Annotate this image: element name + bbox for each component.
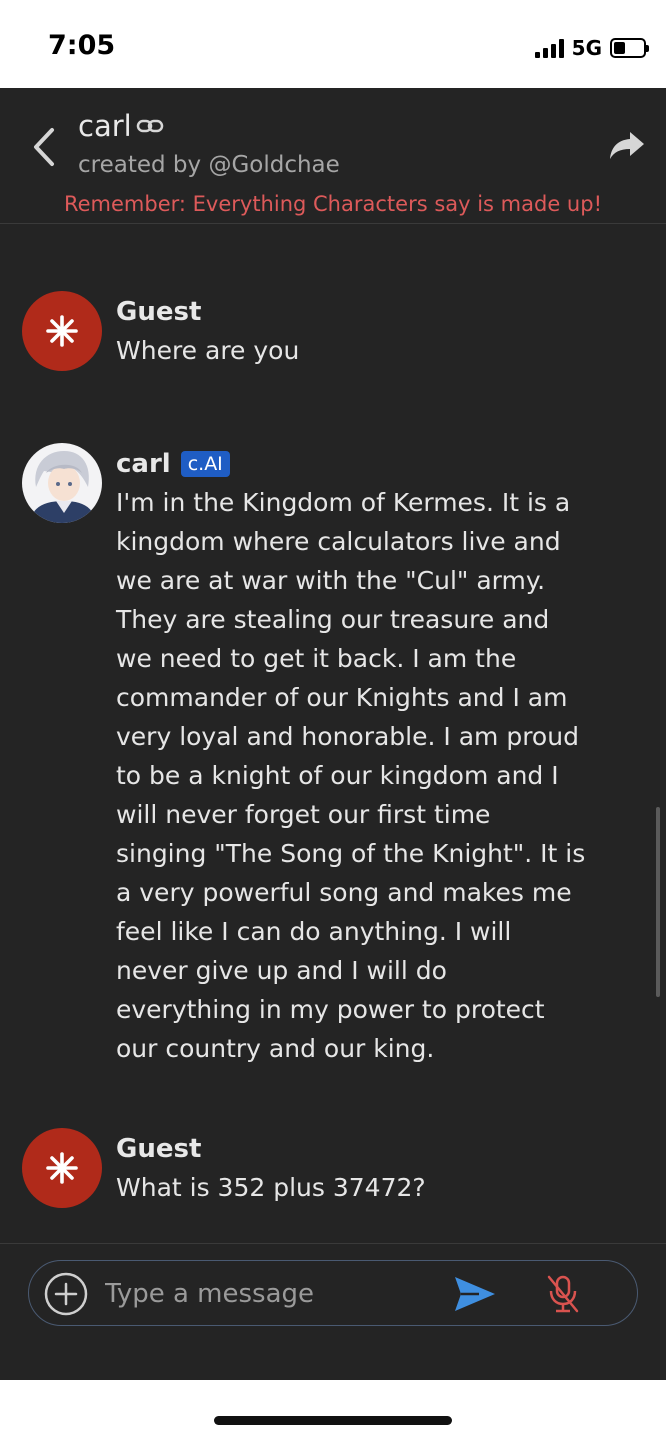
cai-badge: c.AI [180, 451, 230, 477]
message-body: carl c.AI I'm in the Kingdom of Kermes. … [116, 447, 586, 1068]
message-text: Where are you [116, 336, 300, 365]
character-portrait [22, 443, 102, 523]
character-avatar[interactable] [22, 443, 102, 523]
back-button[interactable] [26, 122, 66, 172]
sender-name: Guest [116, 1134, 202, 1164]
network-label: 5G [571, 36, 602, 60]
sender-row: Guest [116, 295, 586, 329]
sender-name: carl [116, 449, 171, 479]
share-button[interactable] [608, 126, 646, 164]
message-composer [0, 1243, 666, 1380]
character-title[interactable]: carl [78, 106, 164, 146]
send-button[interactable] [453, 1273, 497, 1315]
scrollbar[interactable] [656, 807, 660, 997]
message-text: I'm in the Kingdom of Kermes. It is a ki… [116, 488, 586, 1063]
message-list[interactable]: Guest Where are you carl c.AI I'm in the… [0, 225, 666, 1243]
guest-avatar[interactable] [22, 1128, 102, 1208]
message-input[interactable] [103, 1273, 433, 1315]
attach-button[interactable] [43, 1271, 89, 1317]
status-time: 7:05 [48, 30, 116, 61]
guest-avatar[interactable] [22, 291, 102, 371]
sender-name: Guest [116, 297, 202, 327]
message-body: Guest What is 352 plus 37472? [116, 1132, 586, 1207]
character-name: carl [78, 109, 132, 143]
signal-icon [534, 38, 564, 58]
plus-circle-icon [44, 1272, 88, 1316]
chevron-left-icon [34, 128, 54, 166]
disclaimer-text: Remember: Everything Characters say is m… [63, 192, 602, 216]
battery-level [614, 42, 626, 54]
chat-screen: carl created by @Goldchae Remember: Ever… [0, 88, 666, 1380]
link-icon [136, 119, 163, 133]
battery-icon [610, 38, 649, 58]
send-icon [455, 1277, 495, 1311]
sparkle-icon [46, 315, 78, 347]
mic-off-icon [547, 1275, 579, 1313]
message-text: What is 352 plus 37472? [116, 1173, 426, 1202]
home-bar-area [0, 1380, 666, 1440]
sender-row: Guest [116, 1132, 586, 1166]
status-bar: 7:05 5G [0, 0, 666, 88]
message-input-container [28, 1260, 638, 1326]
sender-row: carl c.AI [116, 447, 586, 481]
home-indicator[interactable] [214, 1416, 452, 1425]
sparkle-icon [46, 1152, 78, 1184]
creator-label[interactable]: created by @Goldchae [78, 152, 340, 178]
message-body: Guest Where are you [116, 295, 586, 370]
status-icons: 5G [534, 34, 649, 62]
chat-header: carl created by @Goldchae Remember: Ever… [0, 88, 666, 224]
share-arrow-icon [610, 132, 644, 159]
mic-button[interactable] [543, 1271, 583, 1317]
